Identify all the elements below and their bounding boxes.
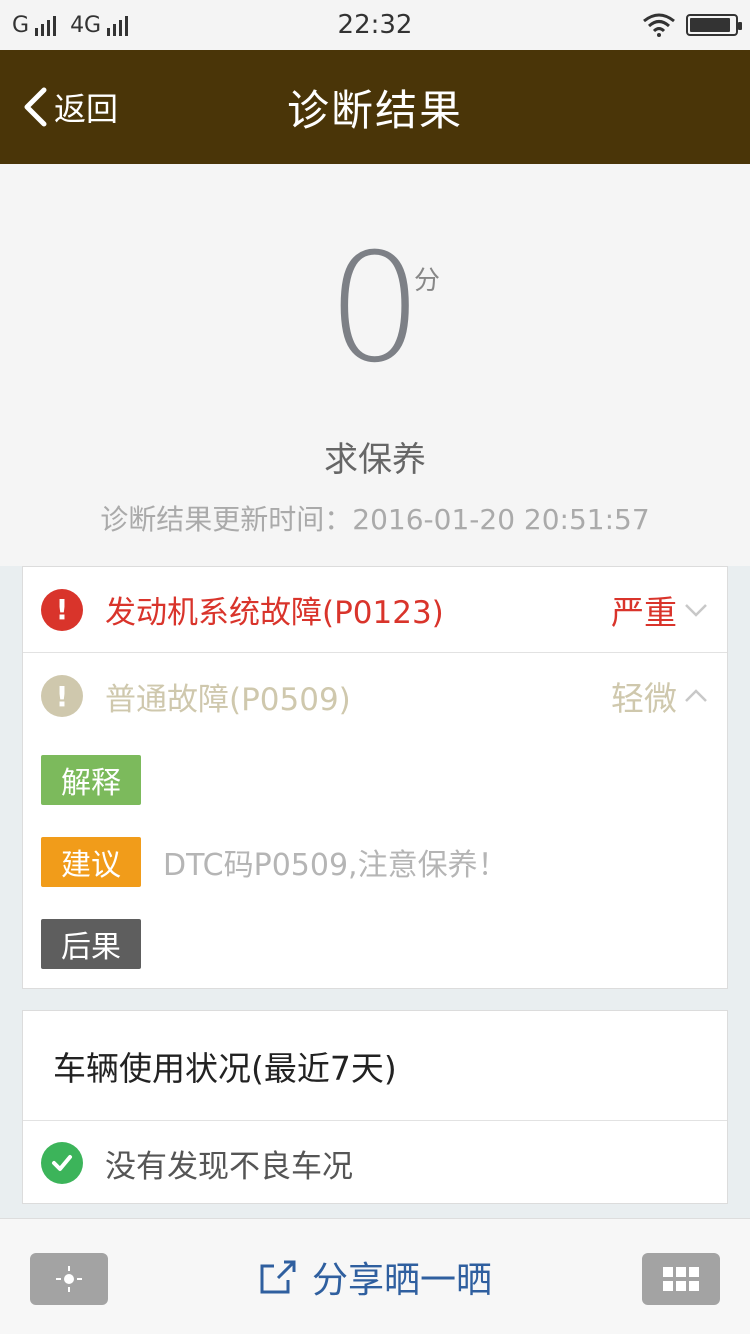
fault-title: 普通故障(P0509) — [105, 681, 351, 718]
nav-bar: 返回 诊断结果 — [0, 50, 750, 164]
chevron-up-icon — [685, 689, 707, 702]
fault-title: 发动机系统故障(P0123) — [105, 595, 444, 631]
alert-icon: ! — [41, 675, 83, 717]
signal-icon — [35, 14, 57, 36]
locate-button[interactable] — [30, 1253, 108, 1305]
usage-card: 车辆使用状况(最近7天) 没有发现不良车况 — [22, 1010, 728, 1204]
wifi-icon — [643, 13, 675, 37]
fault-level: 轻微 — [611, 679, 677, 718]
detail-advice: 建议 DTC码P0509,注意保养！ — [23, 837, 727, 887]
fault-row-general[interactable]: ! 普通故障(P0509) 轻微 — [23, 653, 727, 739]
carrier-label: G — [12, 12, 30, 38]
explain-tag: 解释 — [41, 755, 141, 805]
back-button[interactable]: 返回 — [22, 50, 118, 164]
share-label: 分享晒一晒 — [311, 1260, 492, 1301]
score-value: 0 — [327, 222, 423, 396]
status-time: 22:32 — [337, 10, 413, 40]
fault-level: 严重 — [611, 592, 677, 632]
signal-icon-2 — [107, 14, 129, 36]
usage-status: 没有发现不良车况 — [105, 1148, 353, 1185]
battery-level — [690, 18, 730, 32]
signal-area: G 4G — [12, 13, 272, 38]
chevron-down-icon — [685, 603, 707, 617]
network-label: 4G — [70, 12, 102, 38]
detail-explain: 解释 — [23, 755, 727, 805]
advice-tag: 建议 — [41, 837, 141, 887]
back-label: 返回 — [54, 90, 119, 128]
status-bar: G 4G 22:32 — [0, 0, 750, 50]
advice-text: DTC码P0509,注意保养！ — [163, 848, 508, 883]
status-right — [478, 13, 742, 37]
alert-icon: ! — [41, 588, 83, 631]
menu-button[interactable] — [642, 1253, 720, 1305]
fault-row-engine[interactable]: ! 发动机系统故障(P0123) 严重 — [23, 567, 727, 653]
bottom-bar: 分享晒一晒 — [0, 1218, 750, 1334]
usage-title: 车辆使用状况(最近7天) — [23, 1011, 727, 1121]
consequence-tag: 后果 — [41, 919, 141, 969]
usage-status-row: 没有发现不良车况 — [23, 1121, 727, 1205]
check-circle-icon — [41, 1142, 83, 1184]
detail-consequence: 后果 — [23, 919, 727, 969]
update-time: 诊断结果更新时间：2016-01-20 20:51:57 — [100, 503, 650, 536]
chevron-left-icon — [24, 87, 47, 127]
share-button[interactable]: 分享晒一晒 — [258, 1251, 492, 1303]
crosshair-icon — [56, 1266, 82, 1292]
score-area: 0 分 求保养 诊断结果更新时间：2016-01-20 20:51:57 — [0, 164, 750, 566]
share-area: 分享晒一晒 — [0, 1219, 750, 1334]
battery-icon — [686, 14, 742, 36]
score-status: 求保养 — [324, 440, 426, 480]
fault-card: ! 发动机系统故障(P0123) 严重 ! 普通故障(P0509) 轻微 解释 … — [22, 566, 728, 989]
score-unit: 分 — [414, 266, 441, 296]
share-icon — [260, 1260, 296, 1294]
grid-icon — [663, 1267, 699, 1291]
